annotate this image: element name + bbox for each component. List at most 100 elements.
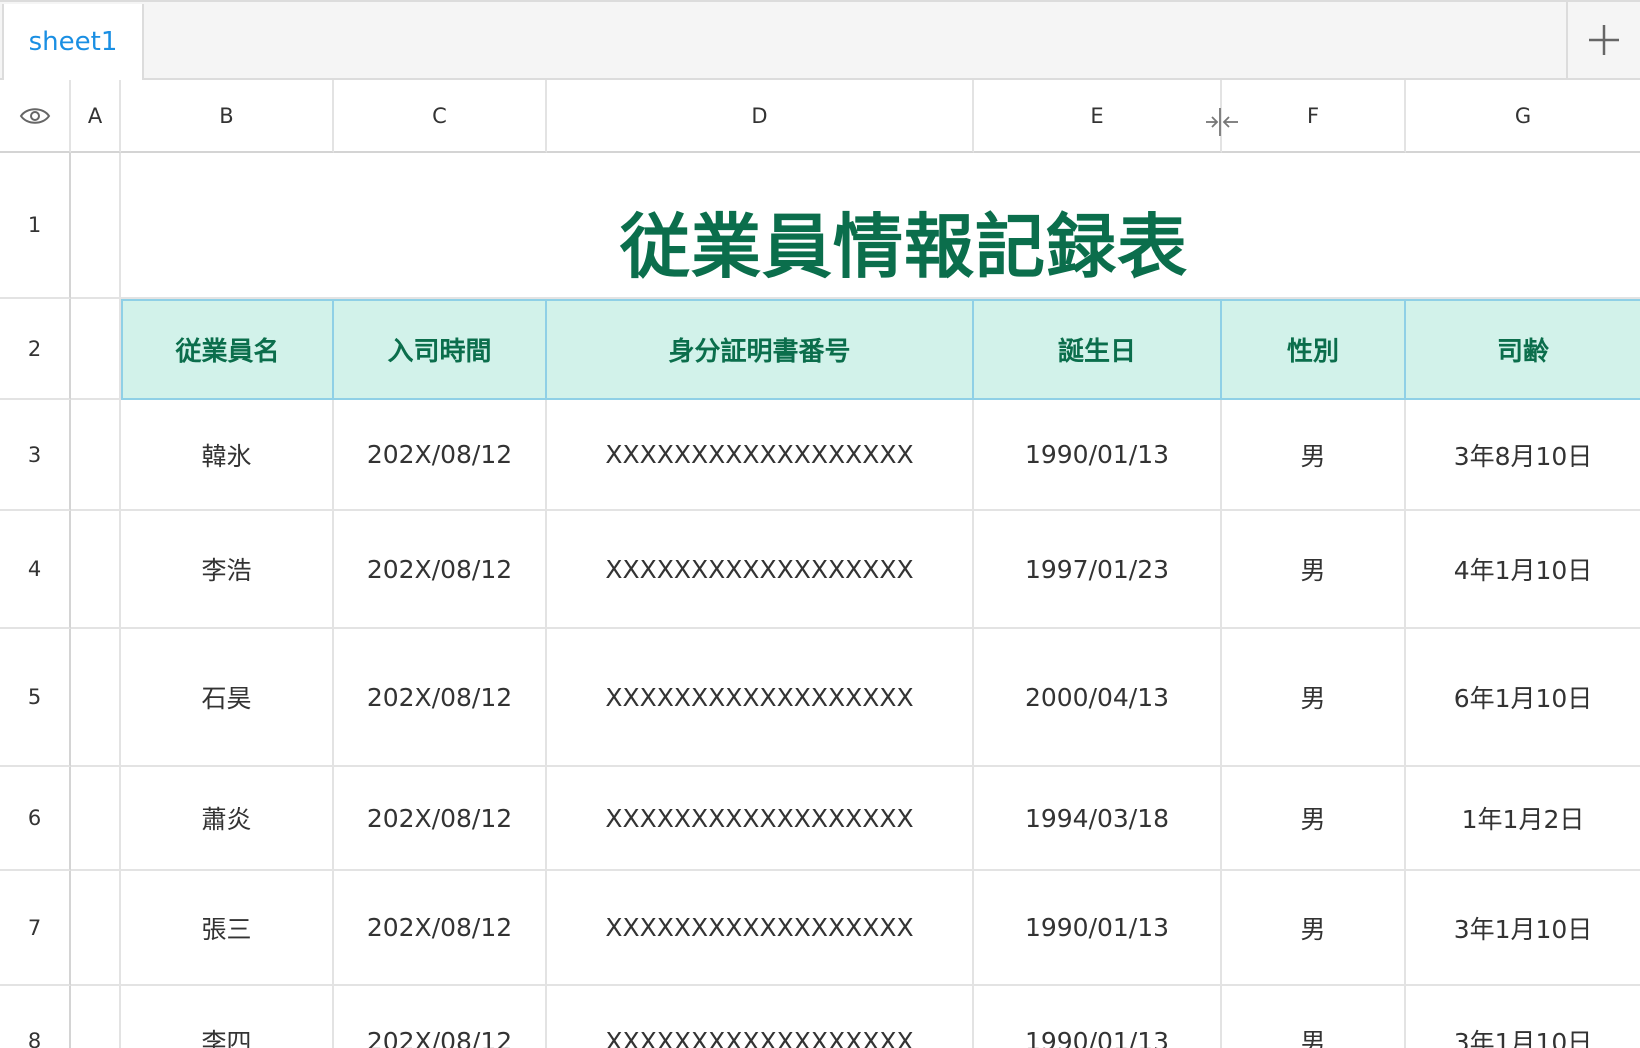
- cell-value: XXXXXXXXXXXXXXXXXX: [605, 682, 914, 712]
- table-cell[interactable]: 2000/04/13: [974, 629, 1222, 767]
- header-cell-tenure[interactable]: 司齢: [1406, 299, 1640, 400]
- column-header-e[interactable]: E: [974, 80, 1222, 153]
- header-cell-id-number[interactable]: 身分証明書番号: [547, 299, 974, 400]
- row-header[interactable]: 7: [0, 871, 71, 986]
- sheet-title: 従業員情報記録表: [620, 206, 1188, 288]
- table-cell[interactable]: 男: [1222, 871, 1406, 986]
- table-cell[interactable]: 張三: [121, 871, 334, 986]
- header-label: 身分証明書番号: [668, 337, 851, 367]
- row-number: 8: [27, 1029, 42, 1048]
- table-cell[interactable]: 6年1月10日: [1406, 629, 1640, 767]
- table-cell[interactable]: 1994/03/18: [974, 767, 1222, 871]
- table-cell[interactable]: 4年1月10日: [1406, 511, 1640, 629]
- header-label: 従業員名: [175, 337, 280, 367]
- table-cell[interactable]: 男: [1222, 767, 1406, 871]
- cell-value: 男: [1300, 441, 1326, 471]
- header-cell-gender[interactable]: 性別: [1222, 299, 1406, 400]
- add-sheet-button[interactable]: [1566, 2, 1640, 78]
- table-row: 5 石昊 202X/08/12 XXXXXXXXXXXXXXXXXX 2000/…: [0, 629, 1640, 767]
- table-cell[interactable]: 1年1月2日: [1406, 767, 1640, 871]
- row-header[interactable]: 8: [0, 986, 71, 1048]
- header-cell-employee-name[interactable]: 従業員名: [121, 299, 334, 400]
- row-header[interactable]: 4: [0, 511, 71, 629]
- table-cell[interactable]: 202X/08/12: [334, 400, 547, 511]
- row-header[interactable]: 2: [0, 299, 71, 400]
- cell-value: 1994/03/18: [1024, 803, 1170, 833]
- row-number: 5: [27, 685, 42, 709]
- table-cell[interactable]: [71, 400, 121, 511]
- cell-value: 1年1月2日: [1461, 805, 1585, 834]
- column-label: F: [1306, 103, 1320, 128]
- table-row: 7 張三 202X/08/12 XXXXXXXXXXXXXXXXXX 1990/…: [0, 871, 1640, 986]
- table-cell[interactable]: 3年1月10日: [1406, 986, 1640, 1048]
- column-header-f[interactable]: F: [1222, 80, 1406, 153]
- column-header-row: A B C D E F G: [0, 80, 1640, 153]
- table-cell[interactable]: 男: [1222, 629, 1406, 767]
- table-cell[interactable]: 1990/01/13: [974, 871, 1222, 986]
- table-cell[interactable]: XXXXXXXXXXXXXXXXXX: [547, 511, 974, 629]
- table-cell[interactable]: 3年8月10日: [1406, 400, 1640, 511]
- table-cell[interactable]: XXXXXXXXXXXXXXXXXX: [547, 629, 974, 767]
- row-header[interactable]: 3: [0, 400, 71, 511]
- table-cell[interactable]: 男: [1222, 986, 1406, 1048]
- column-header-g[interactable]: G: [1406, 80, 1640, 153]
- toggle-visibility-button[interactable]: [0, 80, 71, 153]
- cell-value: 李浩: [201, 556, 252, 585]
- table-cell[interactable]: 3年1月10日: [1406, 871, 1640, 986]
- cell-value: 男: [1300, 805, 1326, 834]
- table-cell[interactable]: XXXXXXXXXXXXXXXXXX: [547, 871, 974, 986]
- table-cell[interactable]: [71, 871, 121, 986]
- table-cell[interactable]: 202X/08/12: [334, 511, 547, 629]
- table-cell[interactable]: 202X/08/12: [334, 986, 547, 1048]
- column-label: C: [432, 103, 447, 128]
- row-header[interactable]: 5: [0, 629, 71, 767]
- cell-value: 1997/01/23: [1024, 554, 1170, 584]
- row-number: 3: [27, 442, 42, 467]
- column-label: G: [1514, 103, 1532, 128]
- table-cell[interactable]: 韓氷: [121, 400, 334, 511]
- column-header-c[interactable]: C: [334, 80, 547, 153]
- cell-value: 202X/08/12: [366, 554, 513, 584]
- table-cell[interactable]: 1990/01/13: [974, 986, 1222, 1048]
- header-label: 誕生日: [1057, 337, 1136, 367]
- table-cell[interactable]: XXXXXXXXXXXXXXXXXX: [547, 986, 974, 1048]
- column-header-d[interactable]: D: [547, 80, 974, 153]
- cell-a1[interactable]: [71, 153, 121, 299]
- cell-value: 蕭炎: [201, 805, 252, 834]
- header-cell-birthday[interactable]: 誕生日: [974, 299, 1222, 400]
- cell-value: 李四: [201, 1028, 252, 1048]
- header-cell-join-date[interactable]: 入司時間: [334, 299, 547, 400]
- table-cell[interactable]: 李浩: [121, 511, 334, 629]
- cell-value: 3年1月10日: [1453, 914, 1593, 944]
- cell-value: 202X/08/12: [366, 682, 513, 712]
- column-header-b[interactable]: B: [121, 80, 334, 153]
- table-cell[interactable]: [71, 986, 121, 1048]
- table-cell[interactable]: XXXXXXXXXXXXXXXXXX: [547, 400, 974, 511]
- sheet-tab[interactable]: sheet1: [2, 4, 144, 80]
- cell-a2[interactable]: [71, 299, 121, 400]
- column-header-a[interactable]: A: [71, 80, 121, 153]
- table-cell[interactable]: 蕭炎: [121, 767, 334, 871]
- cell-value: 韓氷: [201, 441, 252, 471]
- sheet-tab-bar: sheet1: [0, 0, 1640, 80]
- cell-value: 6年1月10日: [1453, 684, 1593, 713]
- column-label: B: [219, 103, 234, 128]
- table-cell[interactable]: 男: [1222, 400, 1406, 511]
- table-cell[interactable]: 202X/08/12: [334, 871, 547, 986]
- table-cell[interactable]: 202X/08/12: [334, 767, 547, 871]
- cell-value: 202X/08/12: [366, 913, 513, 942]
- table-cell[interactable]: 男: [1222, 511, 1406, 629]
- row-header[interactable]: 6: [0, 767, 71, 871]
- table-cell[interactable]: [71, 629, 121, 767]
- table-cell[interactable]: 1990/01/13: [974, 400, 1222, 511]
- table-cell[interactable]: [71, 511, 121, 629]
- row-header[interactable]: 1: [0, 153, 71, 299]
- table-cell[interactable]: 202X/08/12: [334, 629, 547, 767]
- table-cell[interactable]: [71, 767, 121, 871]
- table-cell[interactable]: 李四: [121, 986, 334, 1048]
- table-cell[interactable]: XXXXXXXXXXXXXXXXXX: [547, 767, 974, 871]
- cell-value: 2000/04/13: [1024, 682, 1170, 712]
- table-cell[interactable]: 1997/01/23: [974, 511, 1222, 629]
- table-cell[interactable]: 石昊: [121, 629, 334, 767]
- column-resize-icon[interactable]: [1204, 104, 1240, 140]
